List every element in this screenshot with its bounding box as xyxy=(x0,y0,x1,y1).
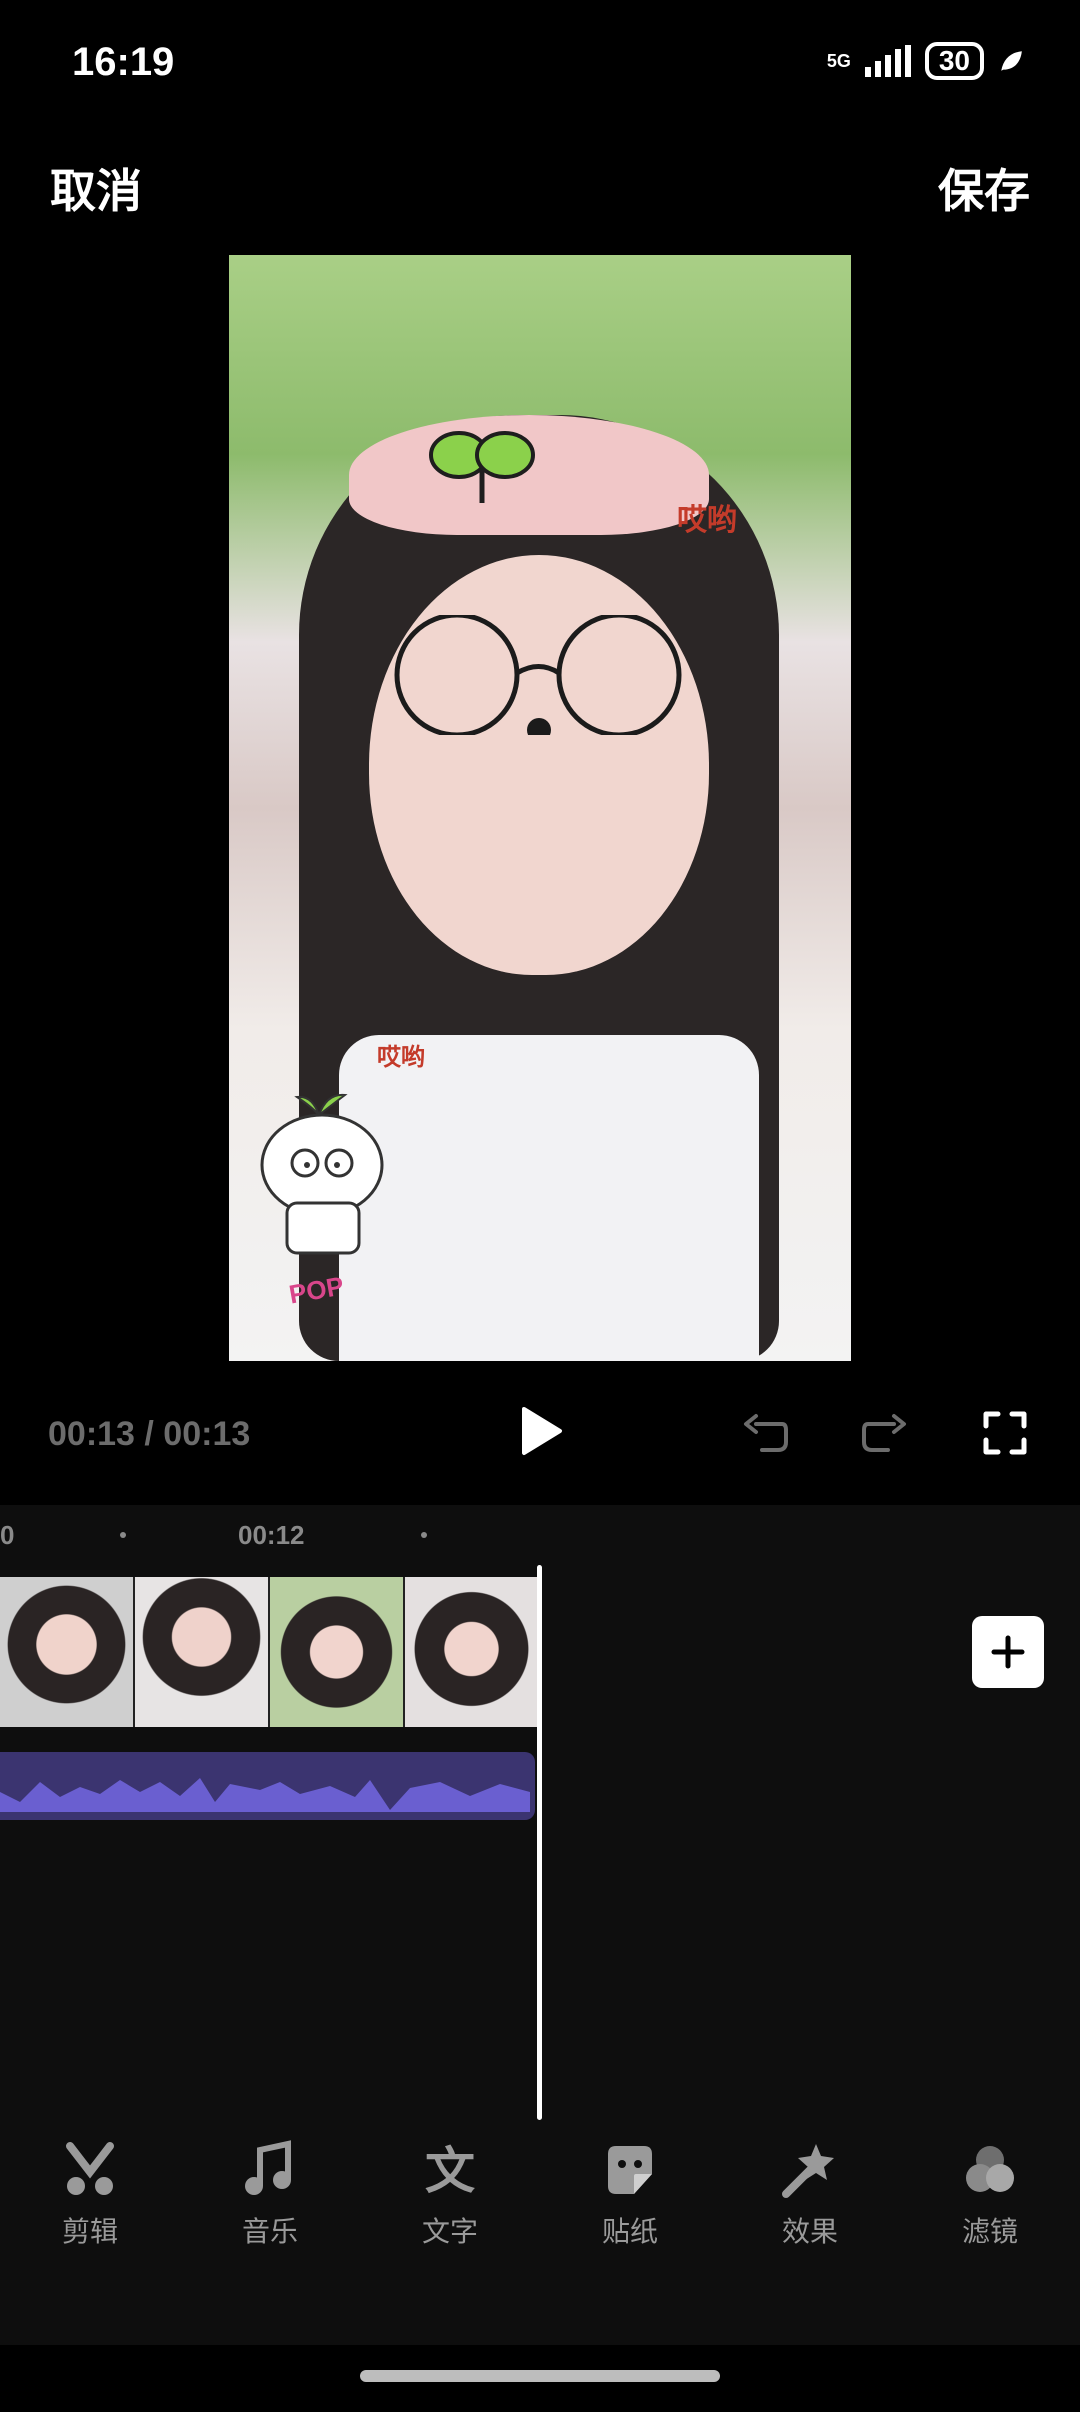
cartoon-bun-sticker xyxy=(260,1093,384,1255)
playback-timecode: 00:13 / 00:13 xyxy=(48,1415,251,1453)
status-icons: 5G 30 xyxy=(827,42,1024,80)
battery-level: 30 xyxy=(924,42,984,80)
scissors-icon xyxy=(66,2142,114,2195)
tool-edit[interactable]: 剪辑 xyxy=(0,2140,180,2280)
network-type: 5G xyxy=(826,51,851,71)
text-icon: 文 xyxy=(425,2142,475,2200)
ruler-tick xyxy=(421,1532,427,1538)
preview-shirt xyxy=(339,1035,759,1361)
tool-filter[interactable]: 滤镜 xyxy=(900,2140,1080,2280)
glasses-sticker xyxy=(394,615,682,735)
audio-track[interactable] xyxy=(0,1752,535,1820)
add-clip-button[interactable] xyxy=(972,1616,1044,1688)
tool-label: 滤镜 xyxy=(961,2216,1018,2247)
ruler-tick xyxy=(120,1532,126,1538)
audio-waveform xyxy=(0,1778,530,1812)
leaf-icon xyxy=(1001,51,1022,71)
filter-icon xyxy=(966,2146,1014,2192)
redo-icon[interactable] xyxy=(862,1410,908,1456)
cancel-button[interactable]: 取消 xyxy=(50,155,142,221)
bottom-toolbar: 剪辑 音乐 文 文字 贴纸 效果 滤镜 xyxy=(0,2140,1080,2280)
ruler-label-12s: 00:12 xyxy=(238,1520,305,1550)
tool-label: 音乐 xyxy=(241,2216,298,2247)
play-icon[interactable] xyxy=(520,1405,564,1457)
tool-sticker[interactable]: 贴纸 xyxy=(540,2140,720,2280)
aiyo-sticker-top: 哎哟 xyxy=(677,504,737,537)
sprout-sticker xyxy=(429,431,535,503)
music-note-icon xyxy=(245,2140,291,2195)
tool-label: 效果 xyxy=(781,2216,838,2247)
ruler-label-start: 0 xyxy=(0,1520,15,1550)
video-track[interactable] xyxy=(0,1577,540,1727)
home-indicator[interactable] xyxy=(360,2370,720,2382)
aiyo-sticker-bottom: 哎哟 xyxy=(377,1044,425,1071)
video-thumbnail[interactable] xyxy=(405,1577,540,1727)
svg-text:文: 文 xyxy=(425,2142,475,2200)
signal-icon xyxy=(864,45,911,77)
tool-effects[interactable]: 效果 xyxy=(720,2140,900,2280)
save-button[interactable]: 保存 xyxy=(938,155,1030,221)
tool-label: 剪辑 xyxy=(61,2216,118,2247)
video-preview[interactable]: 哎哟 哎哟 POP xyxy=(229,255,851,1361)
video-thumbnail[interactable] xyxy=(0,1577,135,1727)
undo-icon[interactable] xyxy=(742,1410,788,1456)
playhead[interactable] xyxy=(537,1565,542,2120)
plus-icon xyxy=(991,1635,1025,1669)
tool-text[interactable]: 文 文字 xyxy=(360,2140,540,2280)
tool-label: 贴纸 xyxy=(601,2216,658,2247)
fullscreen-icon[interactable] xyxy=(982,1410,1028,1456)
magic-wand-icon xyxy=(782,2144,834,2198)
sticker-icon xyxy=(608,2146,652,2194)
tool-label: 文字 xyxy=(421,2216,478,2247)
status-time: 16:19 xyxy=(72,40,175,84)
video-thumbnail[interactable] xyxy=(270,1577,405,1727)
tool-music[interactable]: 音乐 xyxy=(180,2140,360,2280)
video-thumbnail[interactable] xyxy=(135,1577,270,1727)
